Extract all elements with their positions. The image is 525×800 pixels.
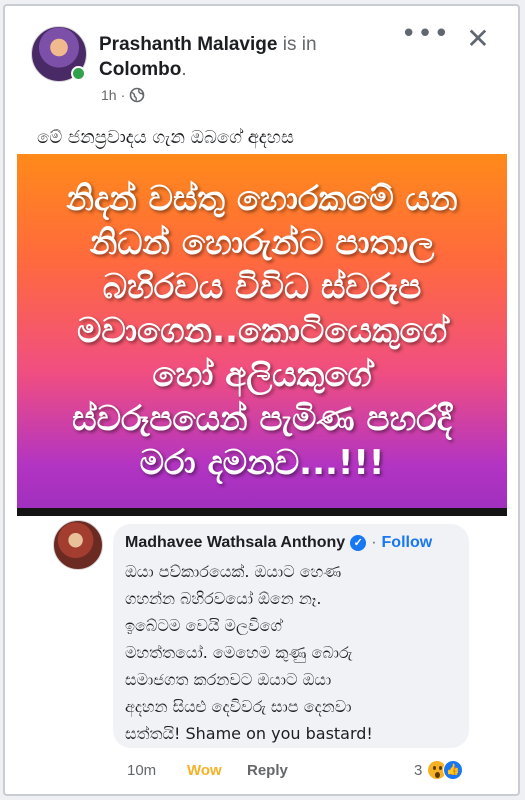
globe-icon: [129, 87, 145, 103]
post-card: Prashanth Malavige is in Colombo. 1h · •…: [3, 4, 520, 796]
reaction-count[interactable]: 3: [414, 762, 422, 779]
follow-button[interactable]: Follow: [382, 532, 433, 554]
verified-badge-icon: ✓: [350, 535, 367, 551]
post-header: Prashanth Malavige is in Colombo.: [99, 32, 389, 82]
wow-reaction-button[interactable]: Wow: [187, 762, 222, 779]
reply-button[interactable]: Reply: [247, 762, 288, 779]
comment-actions: 10m Wow Reply 3 👍: [127, 760, 477, 784]
comment-text: ඔයා පව්කාරයෙක්. ඔයාට හෙණ ගහන්න බහිරවයෝ ඕ…: [125, 562, 373, 743]
meta-separator: ·: [120, 87, 126, 103]
like-icon: 👍: [443, 760, 463, 780]
post-caption: මේ ජනප්‍රවාදය ගැන ඔබගේ අදහස: [37, 127, 294, 148]
location-suffix: .: [181, 59, 187, 80]
author-name[interactable]: Prashanth Malavige: [99, 34, 277, 55]
image-text: නිදන් වස්තු හොරකමේ යන නිධන් හොරුන්ට පාතා…: [66, 179, 458, 483]
post-meta: 1h ·: [101, 87, 145, 103]
post-image[interactable]: නිදන් වස්තු හොරකමේ යන නිධන් හොරුන්ට පාතා…: [17, 154, 507, 516]
online-status-dot: [71, 66, 86, 81]
comment-time[interactable]: 10m: [127, 762, 156, 779]
more-options-icon[interactable]: •••: [401, 21, 449, 50]
post-time[interactable]: 1h: [101, 87, 117, 103]
header-separator: ·: [371, 534, 377, 551]
comment-bubble: Madhavee Wathsala Anthony ✓ · Follow ඔයා…: [113, 524, 469, 748]
comment-header: Madhavee Wathsala Anthony ✓ · Follow: [125, 532, 457, 554]
close-icon[interactable]: ✕: [463, 24, 493, 54]
location-prefix: is in: [282, 34, 317, 55]
commenter-name[interactable]: Madhavee Wathsala Anthony: [125, 532, 345, 554]
location-name[interactable]: Colombo: [99, 59, 181, 80]
commenter-avatar[interactable]: [53, 520, 103, 570]
